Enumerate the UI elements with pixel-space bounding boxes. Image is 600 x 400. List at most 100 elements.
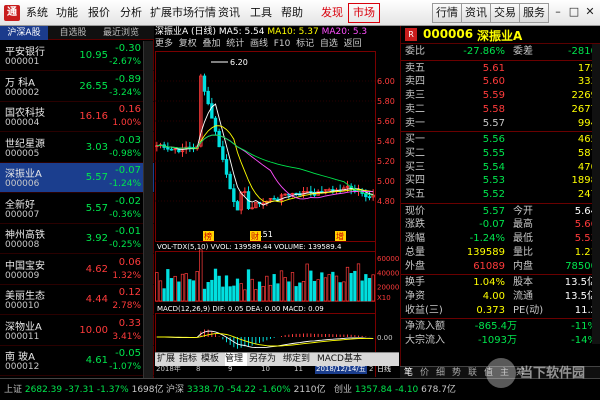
tab-extend[interactable]: 扩展 [157,353,177,366]
quote-title: R 000006 深振业A [401,26,600,44]
cy-amount: 678.7亿 [421,385,456,395]
sh-label: 上证 [4,385,23,395]
tab-bind[interactable]: 绑定到 [283,353,315,366]
tool-f10[interactable]: F10 [274,39,291,49]
menu-market[interactable]: 市场 [348,3,380,23]
ask-price: 5.60 [482,76,505,88]
kline-chart[interactable]: 6.005.805.605.405.205.004.806.204.51榜财增V… [155,51,399,377]
sh-amount: 1698亿 [131,385,164,395]
flow-row: 净流入额 -865.4万 -11% [401,320,600,334]
tab-macd-basic[interactable]: MACD基本 [317,353,367,366]
stock-name: 国农科技 [5,108,45,119]
ma5-label: MA5: 5.54 [218,27,265,37]
maximize-icon[interactable]: □ [566,4,582,20]
stock-pct: -0.36% [109,209,141,220]
tab-template[interactable]: 模板 [201,353,223,366]
weibi-value: -27.86% [463,46,505,57]
btn-service[interactable]: 服务 [519,3,549,23]
tab-recent[interactable]: 最近浏览 [98,26,144,40]
btn-trade[interactable]: 交易 [490,3,520,23]
stock-row[interactable]: 中国宝安 000009 4.62 0.06 1.32% [0,255,154,285]
volume-bar [206,282,210,302]
stock-row[interactable]: 美丽生态 000010 4.44 0.12 2.78% [0,285,154,316]
tool-draw[interactable]: 画线 [250,39,268,49]
volume-bar [199,249,203,302]
stock-code: 000007 [5,209,40,220]
stock-row[interactable]: 世纪星源 000005 3.03 -0.03 -0.98% [0,133,154,163]
btn-quote[interactable]: 行情 [432,3,462,23]
flow-label: 净流入额 [405,321,445,333]
volume-bar [334,275,339,302]
stock-row[interactable]: 国农科技 000004 16.16 0.16 1.00% [0,102,154,133]
menu-tools[interactable]: 工具 [250,0,272,26]
ask-volume: 333 [577,76,597,88]
stock-row[interactable]: 万 科A 000002 26.55 -0.89 -3.24% [0,72,154,102]
candle-body [272,198,276,200]
btn-info[interactable]: 资讯 [461,3,491,23]
date-axis-label: 11 [294,365,303,373]
volume-bar [342,281,346,302]
candle-body [327,189,331,191]
tool-overlay[interactable]: 叠加 [203,39,221,49]
menu-info[interactable]: 资讯 [218,0,240,26]
tab-indicator[interactable]: 指标 [179,353,199,366]
tab-sh-sz-a[interactable]: 沪深A股 [0,26,48,40]
stock-code: 000004 [5,118,40,128]
volume-bar [298,282,302,302]
stock-row[interactable]: 平安银行 000001 10.95 -0.30 -2.67% [0,41,154,72]
stat-label-2: 最低 [513,233,533,245]
close-icon[interactable]: ✕ [582,4,598,20]
chart-pane-frame [155,51,376,242]
cy-value: 1357.84 [354,385,393,395]
sh-index[interactable]: 上证 2682.39 -37.31 -1.37% 1698亿 [4,379,164,400]
menu-discover[interactable]: 发现 [321,0,343,26]
stat-label-2: 量比 [513,246,533,258]
tab-manage[interactable]: 管理 [225,353,247,366]
menu-system[interactable]: 系统 [26,0,48,26]
stat-row: 现价 5.57 今开 5.64 [401,205,600,219]
stock-row[interactable]: 深物业A 000011 10.00 0.33 3.41% [0,316,154,346]
hs-index[interactable]: 沪深 3338.70 -54.22 -1.60% 2110亿 [166,379,326,400]
event-marker: 榜 [204,231,212,241]
menu-help[interactable]: 帮助 [281,0,303,26]
stock-row[interactable]: 南 玻A 000012 4.61 -0.05 -1.07% [0,346,154,377]
minimize-icon[interactable]: – [550,4,566,20]
tool-back[interactable]: 返回 [344,39,362,49]
hs-pct: -1.60% [258,385,291,395]
tool-more[interactable]: 更多 [155,39,173,49]
stock-code: 000011 [5,331,40,342]
bid-label: 买二 [405,147,425,159]
ask-label: 卖三 [405,90,425,102]
menu-quote[interactable]: 报价 [88,0,110,26]
stat-row: 外盘 61089 内盘 78500 [401,260,600,274]
stock-code: 000010 [5,301,40,311]
volume-bar [257,281,262,302]
cy-index[interactable]: 创业 1357.84 -4.10 678.7亿 [334,379,456,400]
tool-stats[interactable]: 统计 [226,39,244,49]
tool-mark[interactable]: 标记 [296,39,314,49]
chart-header: 深振业A (日线) MA5: 5.54 MA10: 5.37 MA20: 5.3 [155,26,399,38]
stock-row[interactable]: 神州高铁 000008 3.92 -0.01 -0.25% [0,224,154,255]
weibi-row: 委比 -27.86% 委差 -2810 [401,45,600,59]
quote-scrollbar[interactable] [592,44,600,344]
stock-pct: -0.98% [109,148,141,159]
stock-row[interactable]: 深振业A 000006 5.57 -0.07 -1.24% [0,163,154,194]
stock-code: 000001 [5,57,40,67]
stock-row[interactable]: 全新好 000007 5.57 -0.02 -0.36% [0,194,154,224]
tab-save-as[interactable]: 另存为 [249,353,281,366]
menu-function[interactable]: 功能 [56,0,78,26]
tool-favorite[interactable]: 自选 [320,39,338,49]
stock-change: 0.12 [118,287,141,298]
stat-label-2: 今开 [513,205,533,217]
stock-name: 世纪星源 [5,138,45,150]
tab-favorites[interactable]: 自选股 [50,26,96,40]
price-axis-label: 6.00 [377,77,395,86]
stat-value: 61089 [473,260,505,272]
stock-list-scrollbar[interactable] [143,41,153,378]
volume-bar [360,280,364,302]
volume-bar [371,274,375,302]
tool-restore[interactable]: 复权 [179,39,197,49]
bid-volume: 465 [577,134,597,146]
menu-ext-market[interactable]: 扩展市场行情 [150,0,216,26]
menu-analysis[interactable]: 分析 [120,0,142,26]
